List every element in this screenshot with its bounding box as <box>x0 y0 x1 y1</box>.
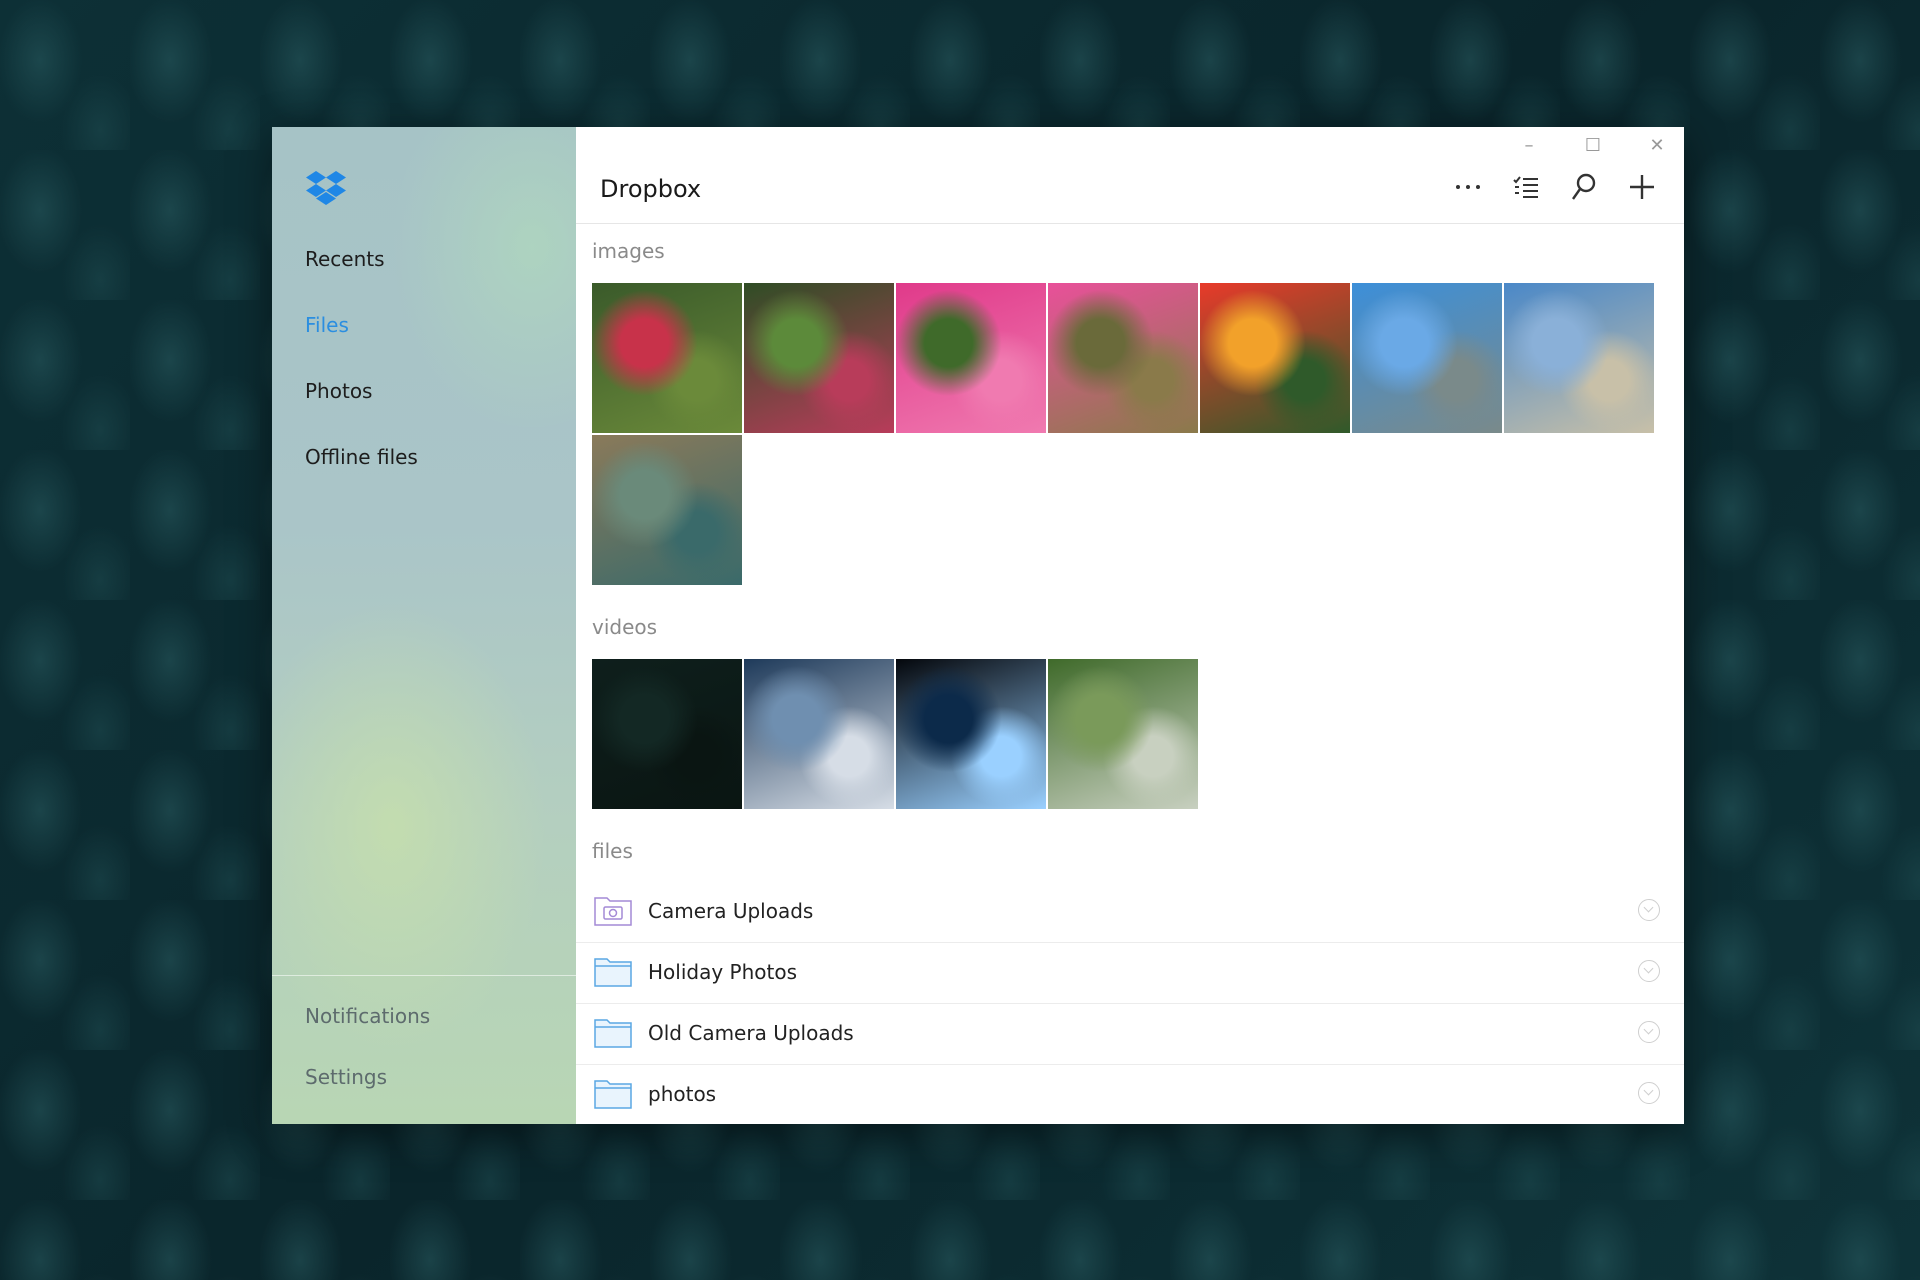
file-row-camera-uploads[interactable]: Camera Uploads <box>576 882 1684 943</box>
select-list-icon[interactable] <box>1512 171 1540 203</box>
toolbar <box>1454 171 1656 203</box>
sidebar: Recents Files Photos Offline files Notif… <box>272 127 576 1124</box>
sidebar-item-files[interactable]: Files <box>305 310 418 376</box>
section-label-videos: videos <box>592 615 658 639</box>
chevron-down-icon[interactable] <box>1638 1021 1660 1043</box>
file-name: Camera Uploads <box>648 899 814 923</box>
images-grid <box>592 283 1662 585</box>
close-icon[interactable]: ✕ <box>1644 135 1670 156</box>
video-thumbnail-video-dark-scene[interactable] <box>592 659 742 809</box>
page-title: Dropbox <box>600 175 702 203</box>
sidebar-item-recents[interactable]: Recents <box>305 244 418 310</box>
file-name: photos <box>648 1082 717 1106</box>
dropbox-logo-icon[interactable] <box>306 167 346 207</box>
folder-icon <box>594 958 632 987</box>
image-thumbnail-photo-underwater[interactable] <box>592 435 742 585</box>
section-label-images: images <box>592 239 665 263</box>
more-icon[interactable] <box>1454 171 1482 203</box>
file-row-photos[interactable]: photos <box>576 1065 1684 1124</box>
videos-grid <box>592 659 1662 809</box>
minimize-icon[interactable]: – <box>1516 135 1542 156</box>
file-row-holiday-photos[interactable]: Holiday Photos <box>576 943 1684 1004</box>
video-thumbnail-video-studio-logo[interactable] <box>896 659 1046 809</box>
image-thumbnail-photo-green-plants[interactable] <box>744 283 894 433</box>
sidebar-item-offline-files[interactable]: Offline files <box>305 442 418 508</box>
folder-icon <box>594 1019 632 1048</box>
camera-folder-icon <box>594 897 632 926</box>
header-bar: Dropbox <box>576 157 1684 224</box>
sidebar-bottom: Notifications Settings <box>305 1004 430 1126</box>
sidebar-divider <box>272 975 576 976</box>
chevron-down-icon[interactable] <box>1638 960 1660 982</box>
file-list: Camera Uploads Holiday Photos Old Camera… <box>576 882 1684 1124</box>
sidebar-item-photos[interactable]: Photos <box>305 376 418 442</box>
main-content: – ☐ ✕ Dropbox images videos files Camera… <box>576 127 1684 1124</box>
chevron-down-icon[interactable] <box>1638 899 1660 921</box>
window-controls: – ☐ ✕ <box>1516 135 1670 156</box>
section-label-files: files <box>592 839 633 863</box>
sidebar-nav: Recents Files Photos Offline files <box>305 244 418 508</box>
search-icon[interactable] <box>1570 171 1598 203</box>
image-thumbnail-photo-bay-sky[interactable] <box>1352 283 1502 433</box>
image-thumbnail-photo-pink-flower-cluster[interactable] <box>1048 283 1198 433</box>
file-name: Old Camera Uploads <box>648 1021 854 1045</box>
file-name: Holiday Photos <box>648 960 798 984</box>
file-row-old-camera-uploads[interactable]: Old Camera Uploads <box>576 1004 1684 1065</box>
add-icon[interactable] <box>1628 171 1656 203</box>
video-thumbnail-video-skydiving[interactable] <box>744 659 894 809</box>
video-thumbnail-video-garden[interactable] <box>1048 659 1198 809</box>
dropbox-window: Recents Files Photos Offline files Notif… <box>272 127 1684 1124</box>
image-thumbnail-photo-bridge[interactable] <box>1504 283 1654 433</box>
folder-icon <box>594 1080 632 1109</box>
sidebar-item-settings[interactable]: Settings <box>305 1065 430 1126</box>
maximize-icon[interactable]: ☐ <box>1580 135 1606 156</box>
image-thumbnail-photo-red-flowers[interactable] <box>592 283 742 433</box>
image-thumbnail-photo-red-bromeliad[interactable] <box>1200 283 1350 433</box>
image-thumbnail-photo-pink-lily[interactable] <box>896 283 1046 433</box>
sidebar-item-notifications[interactable]: Notifications <box>305 1004 430 1065</box>
chevron-down-icon[interactable] <box>1638 1082 1660 1104</box>
